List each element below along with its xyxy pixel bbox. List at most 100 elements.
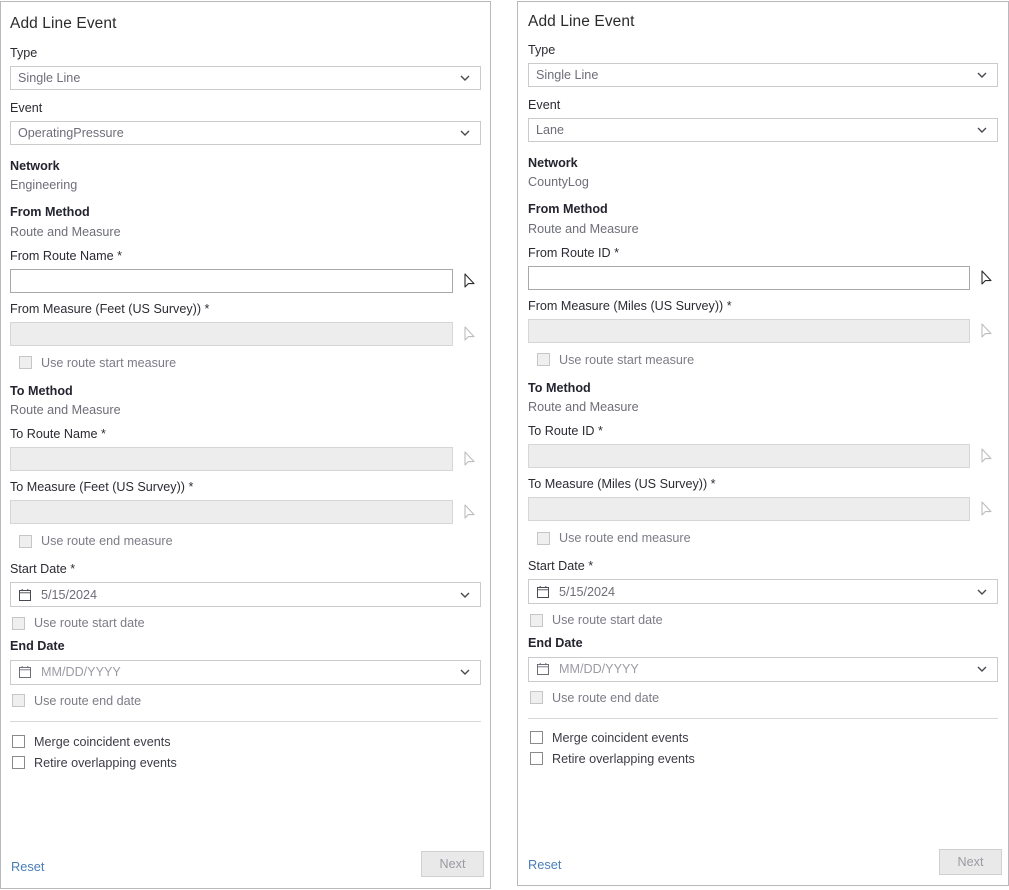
add-line-event-panel-left: Add Line Event Type Single Line Event Op… bbox=[0, 1, 491, 889]
use-route-start-measure-row[interactable]: Use route start measure bbox=[537, 353, 998, 367]
use-route-start-date-row[interactable]: Use route start date bbox=[530, 613, 998, 627]
use-route-end-measure-row[interactable]: Use route end measure bbox=[537, 531, 998, 545]
network-value: Engineering bbox=[10, 178, 78, 193]
next-button-label: Next bbox=[439, 857, 466, 871]
calendar-icon bbox=[17, 587, 33, 603]
use-route-start-measure-checkbox[interactable] bbox=[537, 353, 550, 367]
type-select[interactable]: Single Line bbox=[10, 66, 481, 91]
map-pick-cursor-icon bbox=[459, 501, 481, 523]
use-route-end-measure-label: Use route end measure bbox=[559, 531, 691, 546]
use-route-start-measure-label: Use route start measure bbox=[41, 355, 177, 370]
retire-overlapping-label: Retire overlapping events bbox=[34, 755, 177, 770]
use-route-start-date-checkbox[interactable] bbox=[530, 613, 543, 627]
use-route-end-date-checkbox[interactable] bbox=[530, 691, 543, 705]
start-date-label: Start Date * bbox=[10, 562, 76, 577]
to-method-label: To Method bbox=[10, 383, 73, 398]
reset-link[interactable]: Reset bbox=[11, 858, 44, 876]
panel-body: Add Line Event Type Single Line Event Op… bbox=[1, 2, 490, 888]
use-route-start-measure-checkbox[interactable] bbox=[19, 356, 32, 370]
panel-title: Add Line Event bbox=[10, 15, 117, 32]
to-measure-row bbox=[528, 497, 998, 522]
to-method-value: Route and Measure bbox=[10, 402, 121, 417]
network-value: CountyLog bbox=[528, 175, 589, 190]
map-pick-cursor-icon bbox=[976, 498, 998, 520]
retire-overlapping-checkbox[interactable] bbox=[12, 756, 25, 770]
event-select[interactable]: Lane bbox=[528, 118, 998, 143]
from-measure-input[interactable] bbox=[528, 318, 970, 343]
start-date-picker[interactable]: 5/15/2024 bbox=[528, 579, 998, 605]
merge-coincident-label: Merge coincident events bbox=[34, 734, 171, 749]
use-route-start-measure-row[interactable]: Use route start measure bbox=[19, 356, 481, 370]
from-method-value: Route and Measure bbox=[528, 221, 639, 236]
from-measure-row bbox=[10, 321, 481, 346]
reset-link-label: Reset bbox=[528, 857, 562, 872]
calendar-icon bbox=[535, 661, 551, 677]
map-pick-cursor-icon bbox=[976, 320, 998, 342]
to-method-value: Route and Measure bbox=[528, 399, 639, 414]
map-pick-cursor-icon bbox=[459, 323, 481, 345]
to-measure-input[interactable] bbox=[528, 497, 970, 522]
use-route-end-measure-checkbox[interactable] bbox=[537, 531, 550, 545]
from-route-input[interactable] bbox=[10, 268, 453, 293]
to-route-input[interactable] bbox=[10, 447, 453, 472]
use-route-end-date-row[interactable]: Use route end date bbox=[12, 694, 481, 708]
next-button[interactable]: Next bbox=[939, 849, 1002, 875]
map-pick-cursor-icon[interactable] bbox=[976, 267, 998, 289]
event-label: Event bbox=[528, 98, 561, 113]
chevron-down-icon bbox=[456, 592, 474, 598]
map-pick-cursor-icon[interactable] bbox=[459, 270, 481, 292]
map-pick-cursor-icon bbox=[976, 445, 998, 467]
start-date-value: 5/15/2024 bbox=[41, 587, 98, 602]
to-route-label: To Route ID * bbox=[528, 424, 603, 439]
use-route-start-measure-label: Use route start measure bbox=[559, 352, 695, 367]
to-measure-row bbox=[10, 500, 481, 525]
merge-coincident-checkbox[interactable] bbox=[530, 731, 543, 745]
use-route-end-measure-row[interactable]: Use route end measure bbox=[19, 534, 481, 548]
to-route-label: To Route Name * bbox=[10, 427, 106, 442]
to-measure-label: To Measure (Feet (US Survey)) * bbox=[10, 480, 194, 495]
use-route-end-date-row[interactable]: Use route end date bbox=[530, 691, 998, 705]
use-route-start-date-row[interactable]: Use route start date bbox=[12, 616, 481, 630]
panel-title: Add Line Event bbox=[528, 13, 635, 30]
merge-coincident-label: Merge coincident events bbox=[552, 730, 689, 745]
retire-overlapping-row[interactable]: Retire overlapping events bbox=[12, 756, 481, 770]
type-select[interactable]: Single Line bbox=[528, 63, 998, 88]
use-route-start-date-checkbox[interactable] bbox=[12, 616, 25, 630]
reset-link[interactable]: Reset bbox=[528, 856, 561, 874]
chevron-down-icon bbox=[973, 589, 991, 595]
to-route-row bbox=[528, 444, 998, 469]
merge-coincident-checkbox[interactable] bbox=[12, 735, 25, 749]
from-measure-label: From Measure (Feet (US Survey)) * bbox=[10, 301, 210, 316]
from-method-label: From Method bbox=[528, 202, 608, 217]
start-date-value: 5/15/2024 bbox=[559, 584, 616, 599]
section-divider bbox=[10, 720, 481, 722]
retire-overlapping-row[interactable]: Retire overlapping events bbox=[530, 752, 998, 766]
calendar-icon bbox=[535, 584, 551, 600]
merge-coincident-row[interactable]: Merge coincident events bbox=[12, 735, 481, 749]
event-select-value: Lane bbox=[536, 123, 565, 138]
use-route-start-date-label: Use route start date bbox=[552, 613, 663, 628]
to-measure-label: To Measure (Miles (US Survey)) * bbox=[528, 477, 716, 492]
start-date-picker[interactable]: 5/15/2024 bbox=[10, 582, 481, 608]
type-select-value: Single Line bbox=[536, 68, 599, 83]
retire-overlapping-checkbox[interactable] bbox=[530, 752, 543, 766]
add-line-event-panel-right: Add Line Event Type Single Line Event La… bbox=[517, 1, 1009, 886]
panel-body: Add Line Event Type Single Line Event La… bbox=[518, 2, 1008, 885]
from-route-label: From Route ID * bbox=[528, 245, 619, 260]
next-button-label: Next bbox=[957, 855, 984, 869]
use-route-end-date-checkbox[interactable] bbox=[12, 694, 25, 708]
to-route-row bbox=[10, 447, 481, 472]
merge-coincident-row[interactable]: Merge coincident events bbox=[530, 731, 998, 745]
from-method-label: From Method bbox=[10, 205, 90, 220]
to-measure-input[interactable] bbox=[10, 500, 453, 525]
end-date-picker[interactable]: MM/DD/YYYY bbox=[528, 656, 998, 682]
use-route-end-measure-checkbox[interactable] bbox=[19, 534, 32, 548]
from-route-input[interactable] bbox=[528, 265, 970, 290]
to-route-input[interactable] bbox=[528, 444, 970, 469]
event-select[interactable]: OperatingPressure bbox=[10, 121, 481, 146]
from-measure-input[interactable] bbox=[10, 321, 453, 346]
end-date-picker[interactable]: MM/DD/YYYY bbox=[10, 659, 481, 685]
to-method-label: To Method bbox=[528, 380, 591, 395]
next-button[interactable]: Next bbox=[421, 851, 484, 877]
chevron-down-icon bbox=[456, 75, 474, 82]
